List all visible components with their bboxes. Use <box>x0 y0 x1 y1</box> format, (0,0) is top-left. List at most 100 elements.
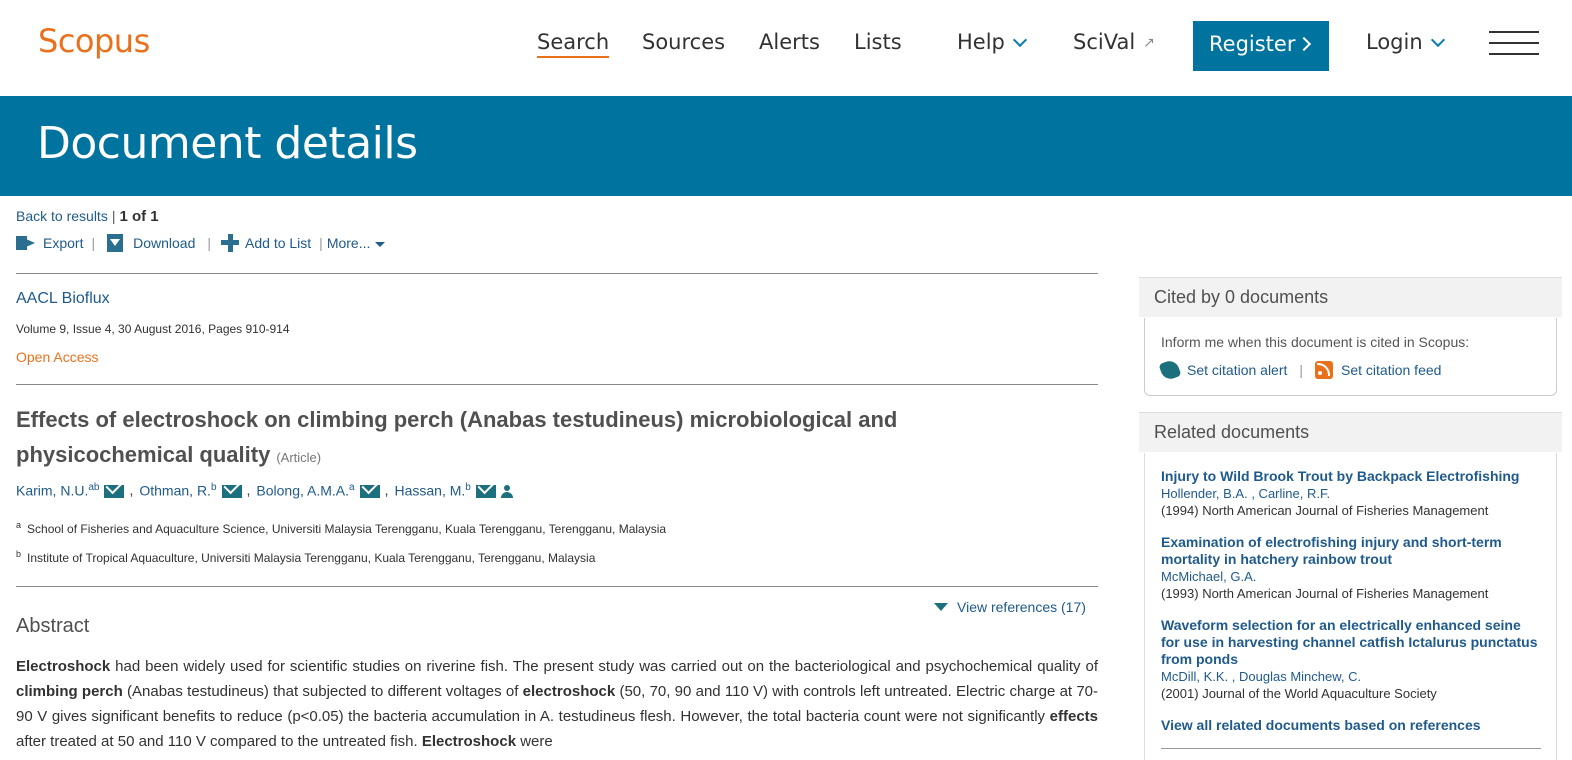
citation-actions: Set citation alert | Set citation feed <box>1158 358 1441 382</box>
author-link[interactable]: Bolong, A.M.A.a <box>256 482 354 499</box>
related-document-authors[interactable]: McDill, K.K. , Douglas Minchew, C. <box>1161 668 1541 685</box>
top-navigation: Scopus Search Sources Alerts Lists Help … <box>0 0 1572 96</box>
export-label: Export <box>43 235 84 251</box>
related-document: Waveform selection for an electrically e… <box>1161 617 1541 702</box>
separator: | <box>319 235 323 251</box>
nav-help-label: Help <box>957 30 1005 54</box>
abstract-segment: (Anabas testudineus) that subjected to d… <box>122 683 523 700</box>
abstract-keyword: Electroshock <box>421 733 517 750</box>
back-to-results-link[interactable]: Back to results <box>16 208 108 224</box>
set-citation-feed-link[interactable]: Set citation feed <box>1341 362 1441 378</box>
add-to-list-button[interactable]: Add to List <box>221 234 311 252</box>
cited-by-heading: Cited by 0 documents <box>1139 277 1562 317</box>
person-icon[interactable] <box>500 484 513 498</box>
separator: | <box>207 235 212 251</box>
abstract-keyword: Electroshock <box>16 658 111 675</box>
divider <box>16 384 1098 385</box>
affiliation: a School of Fisheries and Aquaculture Sci… <box>16 520 666 536</box>
separator: | <box>1299 362 1304 378</box>
email-icon[interactable] <box>359 484 380 498</box>
related-document: Examination of electrofishing injury and… <box>1161 534 1541 602</box>
document-toolbar: Export | Download | Add to List | More..… <box>16 234 386 252</box>
view-references-label: View references (17) <box>957 599 1086 615</box>
abstract-segment: had been widely used for scientific stud… <box>110 658 1098 675</box>
document-title: Effects of electroshock on climbing perc… <box>16 402 1016 475</box>
email-icon[interactable] <box>221 484 242 498</box>
download-label: Download <box>133 235 196 251</box>
journal-link[interactable]: AACL Bioflux <box>16 290 110 308</box>
related-document: Injury to Wild Brook Trout by Backpack E… <box>1161 468 1541 519</box>
abstract-segment: after treated at 50 and 110 V compared t… <box>16 733 422 750</box>
nav-login[interactable]: Login <box>1366 30 1445 54</box>
results-navigation: Back to results | 1 of 1 <box>16 208 159 225</box>
more-menu-button[interactable]: More... <box>327 235 386 251</box>
page-banner: Document details <box>0 96 1572 196</box>
divider <box>1161 748 1541 749</box>
set-citation-alert-link[interactable]: Set citation alert <box>1187 362 1287 378</box>
scopus-logo[interactable]: Scopus <box>38 22 150 60</box>
related-document-source: (2001) Journal of the World Aquaculture … <box>1161 686 1437 701</box>
nav-lists[interactable]: Lists <box>854 30 902 54</box>
separator: | <box>91 235 96 251</box>
author-affiliation-marker: b <box>210 482 217 493</box>
download-icon <box>107 234 124 252</box>
triangle-down-icon <box>934 603 948 611</box>
related-document-title[interactable]: Waveform selection for an electrically e… <box>1161 617 1541 668</box>
external-link-icon: ↗ <box>1143 35 1155 51</box>
email-icon[interactable] <box>475 484 496 498</box>
nav-scival[interactable]: SciVal ↗ <box>1073 30 1155 54</box>
chevron-down-icon <box>1430 32 1445 48</box>
author-name: Karim, N.U. <box>16 482 89 499</box>
abstract-keyword: electroshock <box>522 683 616 700</box>
add-to-list-label: Add to List <box>245 235 312 251</box>
export-button[interactable]: Export <box>16 235 83 251</box>
page-title: Document details <box>37 118 418 169</box>
author-affiliation-marker: ab <box>88 482 100 493</box>
affiliation: b Institute of Tropical Aquaculture, Univ… <box>16 549 595 565</box>
divider <box>16 586 1098 587</box>
download-button[interactable]: Download <box>107 234 195 252</box>
affiliation-key: b <box>16 549 22 559</box>
abstract-keyword: effects <box>1049 708 1098 725</box>
related-document-title[interactable]: Examination of electrofishing injury and… <box>1161 534 1541 568</box>
chevron-right-icon <box>1297 36 1312 52</box>
register-label: Register <box>1209 32 1296 56</box>
nav-sources[interactable]: Sources <box>642 30 725 54</box>
abstract-text: Electroshock had been widely used for sc… <box>16 654 1098 754</box>
view-references-link[interactable]: View references (17) <box>934 599 1086 615</box>
nav-search[interactable]: Search <box>537 30 610 58</box>
affiliation-text: Institute of Tropical Aquaculture, Unive… <box>27 551 596 565</box>
separator: | <box>111 208 116 224</box>
register-button[interactable]: Register <box>1193 21 1329 71</box>
divider <box>16 273 1098 274</box>
related-document-authors[interactable]: McMichael, G.A. <box>1161 568 1541 585</box>
author-link[interactable]: Karim, N.U.ab <box>16 482 99 499</box>
related-document-authors[interactable]: Hollender, B.A. , Carline, R.F. <box>1161 485 1541 502</box>
related-document-title[interactable]: Injury to Wild Brook Trout by Backpack E… <box>1161 468 1541 485</box>
related-document-source: (1994) North American Journal of Fisheri… <box>1161 503 1489 518</box>
abstract-keyword: climbing perch <box>16 683 123 700</box>
alert-bell-icon <box>1158 358 1182 382</box>
view-all-related-link[interactable]: View all related documents based on refe… <box>1161 717 1481 733</box>
export-icon <box>16 236 36 250</box>
author-link[interactable]: Othman, R.b <box>139 482 216 499</box>
related-documents-heading: Related documents <box>1139 412 1562 452</box>
author-name: Othman, R. <box>139 482 211 499</box>
volume-info: Volume 9, Issue 4, 30 August 2016, Pages… <box>16 322 290 336</box>
author-link[interactable]: Hassan, M.b <box>394 482 470 499</box>
nav-help[interactable]: Help <box>957 30 1027 54</box>
author-affiliation-marker: b <box>465 482 471 493</box>
abstract-segment: were <box>516 733 553 750</box>
rss-feed-icon <box>1315 361 1334 379</box>
chevron-down-icon <box>1012 32 1027 48</box>
nav-alerts[interactable]: Alerts <box>759 30 820 54</box>
author-name: Bolong, A.M.A. <box>256 482 350 499</box>
result-position: 1 of 1 <box>119 208 159 225</box>
plus-icon <box>221 234 240 252</box>
nav-login-label: Login <box>1366 30 1423 54</box>
title-line-1: Effects of electroshock on climbing perc… <box>16 407 898 432</box>
menu-icon[interactable] <box>1489 31 1539 55</box>
affiliation-key: a <box>16 520 22 530</box>
email-icon[interactable] <box>104 484 125 498</box>
author-list: Karim, N.U.ab , Othman, R.b , Bolong, A.… <box>16 482 513 499</box>
